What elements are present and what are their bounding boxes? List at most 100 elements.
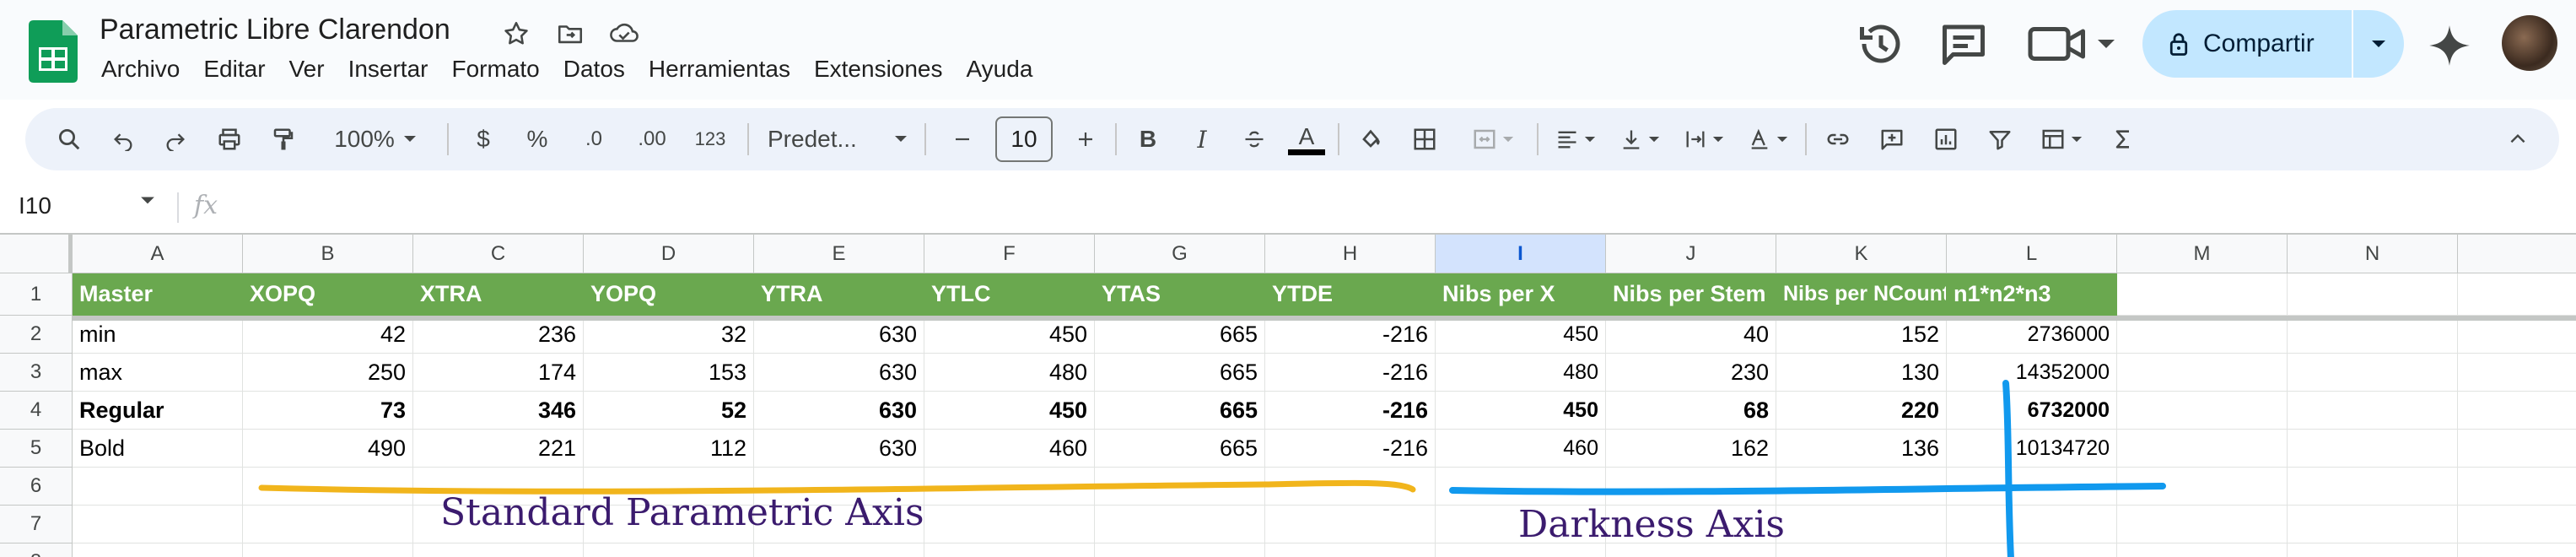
cell-j1[interactable]: Nibs per Stem — [1606, 273, 1776, 316]
cell-c8[interactable] — [413, 543, 584, 557]
cell-o7[interactable] — [2458, 506, 2576, 543]
cell-b5[interactable]: 490 — [243, 430, 413, 468]
menu-ayuda[interactable]: Ayuda — [955, 54, 1045, 84]
gemini-sparkle-icon[interactable] — [2428, 24, 2471, 68]
menu-insertar[interactable]: Insertar — [337, 54, 440, 84]
menu-editar[interactable]: Editar — [191, 54, 277, 84]
zoom-select[interactable]: 100% — [321, 117, 430, 161]
currency-format-button[interactable]: $ — [464, 117, 503, 161]
cell-c2[interactable]: 236 — [413, 316, 584, 354]
cell-m1[interactable] — [2117, 273, 2288, 316]
cell-m8[interactable] — [2117, 543, 2288, 557]
cell-a8[interactable] — [73, 543, 243, 557]
cell-i2[interactable]: 450 — [1436, 316, 1606, 354]
cell-n8[interactable] — [2288, 543, 2458, 557]
increase-decimal-button[interactable]: .00 — [626, 117, 678, 161]
cell-h3[interactable]: -216 — [1265, 354, 1436, 392]
insert-link-icon[interactable] — [1817, 117, 1859, 161]
cell-g8[interactable] — [1095, 543, 1265, 557]
search-icon[interactable] — [47, 117, 91, 161]
column-header-h[interactable]: H — [1265, 235, 1436, 273]
column-header-n[interactable]: N — [2288, 235, 2458, 273]
insert-comment-icon[interactable] — [1871, 117, 1913, 161]
column-header-k[interactable]: K — [1776, 235, 1947, 273]
decrease-font-size-button[interactable] — [943, 117, 982, 161]
cell-d2[interactable]: 32 — [584, 316, 754, 354]
cell-l1[interactable]: n1*n2*n3 — [1947, 273, 2117, 316]
cell-j3[interactable]: 230 — [1606, 354, 1776, 392]
cell-h5[interactable]: -216 — [1265, 430, 1436, 468]
cell-d5[interactable]: 112 — [584, 430, 754, 468]
filter-icon[interactable] — [1979, 117, 2021, 161]
italic-button[interactable]: I — [1181, 117, 1223, 161]
cell-m3[interactable] — [2117, 354, 2288, 392]
row-header-2[interactable]: 2 — [0, 316, 73, 354]
menu-datos[interactable]: Datos — [552, 54, 637, 84]
vertical-align-icon[interactable] — [1613, 117, 1667, 161]
text-wrapping-icon[interactable] — [1677, 117, 1731, 161]
cell-k5[interactable]: 136 — [1776, 430, 1947, 468]
cell-n2[interactable] — [2288, 316, 2458, 354]
cell-m6[interactable] — [2117, 468, 2288, 506]
menu-herramientas[interactable]: Herramientas — [637, 54, 802, 84]
cell-g6[interactable] — [1095, 468, 1265, 506]
frozen-row-divider[interactable] — [73, 316, 2576, 321]
cell-a6[interactable] — [73, 468, 243, 506]
cell-a2[interactable]: min — [73, 316, 243, 354]
text-color-button[interactable]: A — [1285, 117, 1328, 161]
cell-f4[interactable]: 450 — [924, 392, 1095, 430]
cell-k6[interactable] — [1776, 468, 1947, 506]
percent-format-button[interactable]: % — [518, 117, 557, 161]
cell-o5[interactable] — [2458, 430, 2576, 468]
functions-icon[interactable] — [2102, 117, 2144, 161]
cell-e1[interactable]: YTRA — [754, 273, 924, 316]
cell-m4[interactable] — [2117, 392, 2288, 430]
redo-icon[interactable] — [154, 117, 197, 161]
version-history-icon[interactable] — [1856, 19, 1906, 69]
cell-a4[interactable]: Regular — [73, 392, 243, 430]
cell-f2[interactable]: 450 — [924, 316, 1095, 354]
cell-e8[interactable] — [754, 543, 924, 557]
cell-o3[interactable] — [2458, 354, 2576, 392]
cell-l2[interactable]: 2736000 — [1947, 316, 2117, 354]
cell-m5[interactable] — [2117, 430, 2288, 468]
sheets-logo-icon[interactable] — [29, 20, 78, 83]
cell-k2[interactable]: 152 — [1776, 316, 1947, 354]
cell-d1[interactable]: YOPQ — [584, 273, 754, 316]
text-rotation-icon[interactable] — [1741, 117, 1795, 161]
star-icon[interactable] — [498, 15, 535, 52]
cell-d8[interactable] — [584, 543, 754, 557]
decrease-decimal-button[interactable]: .0 — [570, 117, 617, 161]
cell-i5[interactable]: 460 — [1436, 430, 1606, 468]
horizontal-align-icon[interactable] — [1549, 117, 1603, 161]
cell-b1[interactable]: XOPQ — [243, 273, 413, 316]
cell-b7[interactable] — [243, 506, 413, 543]
cell-f7[interactable] — [924, 506, 1095, 543]
cell-a5[interactable]: Bold — [73, 430, 243, 468]
cell-f8[interactable] — [924, 543, 1095, 557]
row-header-8[interactable]: 8 — [0, 543, 73, 557]
fill-color-icon[interactable] — [1350, 117, 1392, 161]
cell-e3[interactable]: 630 — [754, 354, 924, 392]
strikethrough-icon[interactable] — [1233, 117, 1275, 161]
cell-d3[interactable]: 153 — [584, 354, 754, 392]
cell-g7[interactable] — [1095, 506, 1265, 543]
cell-b8[interactable] — [243, 543, 413, 557]
cell-n4[interactable] — [2288, 392, 2458, 430]
cell-c5[interactable]: 221 — [413, 430, 584, 468]
font-size-input[interactable]: 10 — [995, 116, 1053, 162]
cell-n1[interactable] — [2288, 273, 2458, 316]
cell-o8[interactable] — [2458, 543, 2576, 557]
cell-i4[interactable]: 450 — [1436, 392, 1606, 430]
cell-l4[interactable]: 6732000 — [1947, 392, 2117, 430]
cell-o2[interactable] — [2458, 316, 2576, 354]
cell-c4[interactable]: 346 — [413, 392, 584, 430]
undo-icon[interactable] — [101, 117, 145, 161]
column-header-f[interactable]: F — [924, 235, 1095, 273]
column-header-o[interactable] — [2458, 235, 2576, 273]
cell-l6[interactable] — [1947, 468, 2117, 506]
cell-n3[interactable] — [2288, 354, 2458, 392]
column-header-g[interactable]: G — [1095, 235, 1265, 273]
cell-b3[interactable]: 250 — [243, 354, 413, 392]
column-header-i[interactable]: I — [1436, 235, 1606, 273]
